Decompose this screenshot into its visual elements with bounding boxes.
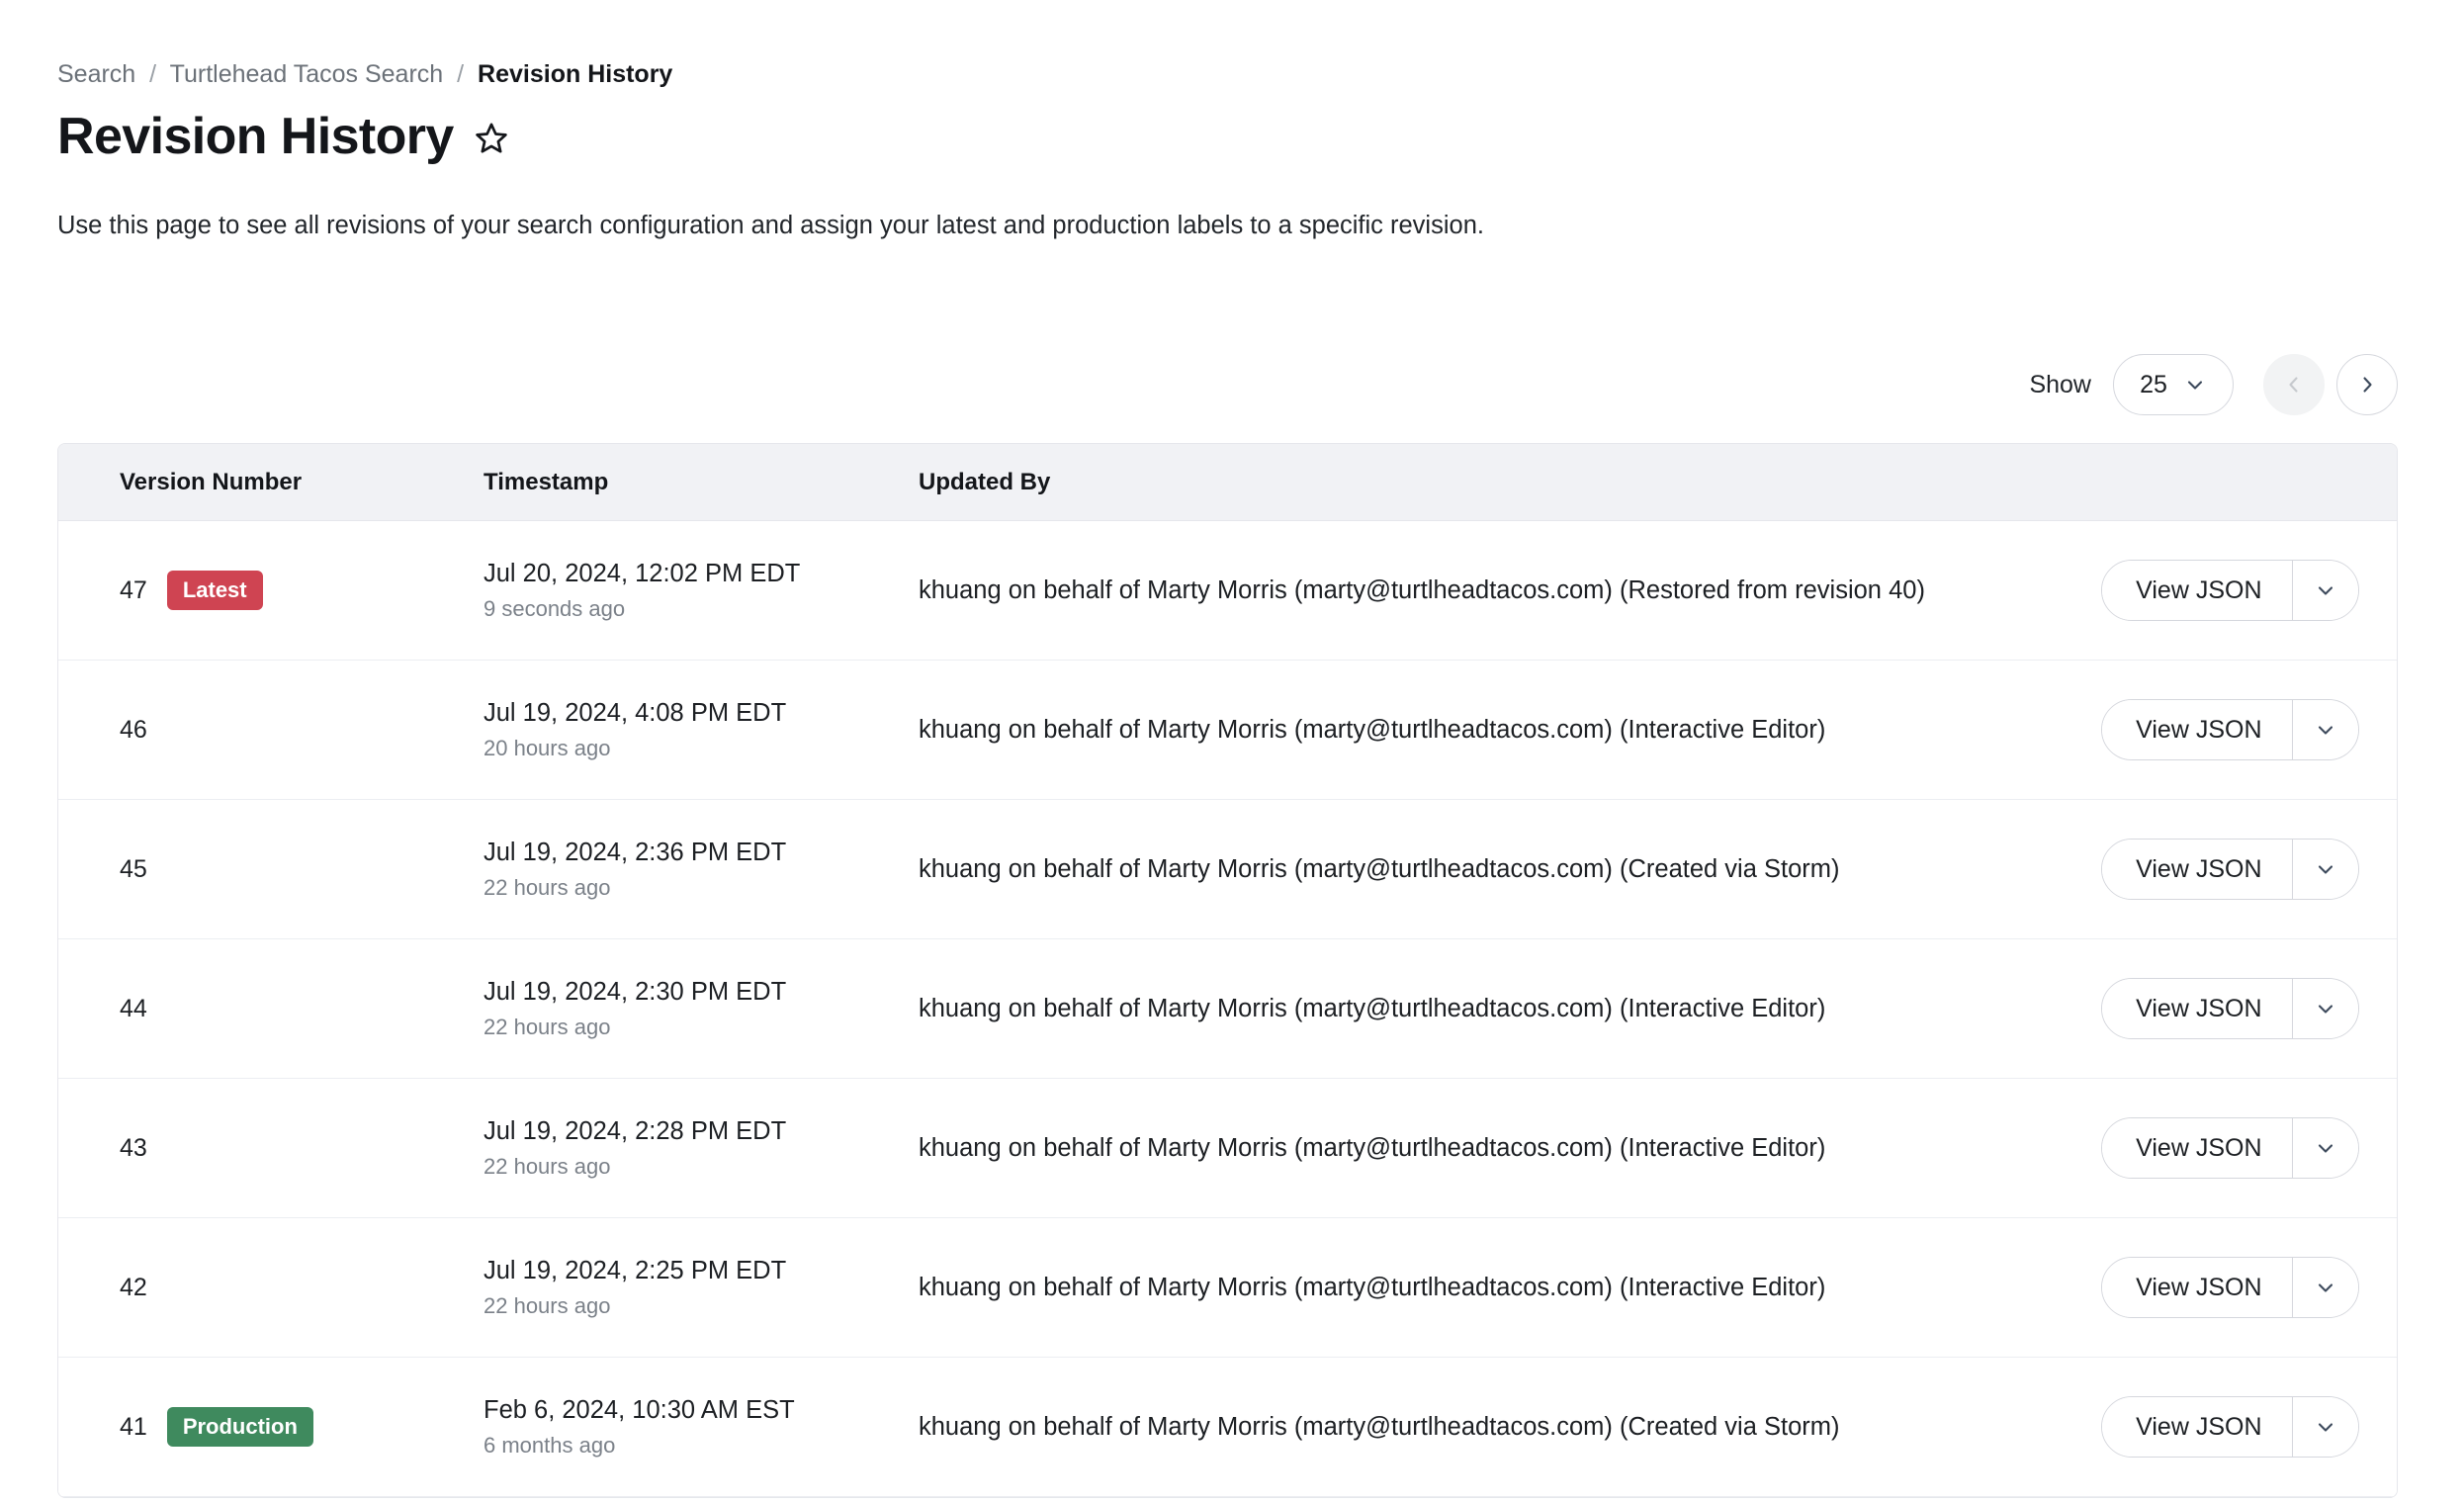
updated-by-text: khuang on behalf of Marty Morris (marty@… bbox=[919, 575, 1925, 604]
page-size-value: 25 bbox=[2140, 370, 2167, 398]
status-badge: Production bbox=[166, 1407, 313, 1447]
next-page-button[interactable] bbox=[2336, 354, 2398, 415]
chevron-left-icon bbox=[2282, 373, 2306, 397]
view-json-split-button: View JSON bbox=[2101, 839, 2359, 900]
previous-page-button[interactable] bbox=[2263, 354, 2325, 415]
view-json-button[interactable]: View JSON bbox=[2102, 979, 2292, 1038]
version-number: 47 bbox=[120, 575, 147, 604]
view-json-split-button: View JSON bbox=[2101, 560, 2359, 621]
chevron-down-icon bbox=[2314, 857, 2337, 881]
updated-by-text: khuang on behalf of Marty Morris (marty@… bbox=[919, 1273, 1826, 1301]
timestamp-absolute: Jul 19, 2024, 2:30 PM EDT bbox=[484, 978, 787, 1006]
timestamp-absolute: Jul 19, 2024, 4:08 PM EDT bbox=[484, 699, 787, 727]
timestamp-absolute: Jul 19, 2024, 2:28 PM EDT bbox=[484, 1117, 787, 1145]
breadcrumb-item-turtlehead-tacos-search[interactable]: Turtlehead Tacos Search bbox=[170, 60, 444, 88]
table-header-row: Version Number Timestamp Updated By bbox=[58, 444, 2397, 521]
table-row: 47 Latest Jul 20, 2024, 12:02 PM EDT 9 seco… bbox=[58, 521, 2397, 661]
updated-by-text: khuang on behalf of Marty Morris (marty@… bbox=[919, 854, 1840, 883]
version-number: 41 bbox=[120, 1412, 147, 1441]
page-title-row: Revision History bbox=[57, 107, 511, 166]
timestamp-relative: 6 months ago bbox=[484, 1433, 616, 1458]
view-json-dropdown-button[interactable] bbox=[2293, 1118, 2358, 1178]
table-row: 46 Jul 19, 2024, 4:08 PM EDT 20 hours ago k… bbox=[58, 661, 2397, 800]
revision-history-table: Version Number Timestamp Updated By 47 La… bbox=[57, 443, 2398, 1498]
table-body: 47 Latest Jul 20, 2024, 12:02 PM EDT 9 seco… bbox=[58, 521, 2397, 1497]
star-outline-icon[interactable] bbox=[472, 119, 511, 158]
chevron-down-icon bbox=[2314, 718, 2337, 742]
table-row: 43 Jul 19, 2024, 2:28 PM EDT 22 hours ago k… bbox=[58, 1079, 2397, 1218]
view-json-button[interactable]: View JSON bbox=[2102, 1258, 2292, 1317]
view-json-split-button: View JSON bbox=[2101, 1257, 2359, 1318]
chevron-down-icon bbox=[2314, 1415, 2337, 1439]
table-row: 42 Jul 19, 2024, 2:25 PM EDT 22 hours ago k… bbox=[58, 1218, 2397, 1358]
view-json-split-button: View JSON bbox=[2101, 699, 2359, 760]
table-row: 44 Jul 19, 2024, 2:30 PM EDT 22 hours ago k… bbox=[58, 939, 2397, 1079]
chevron-down-icon bbox=[2314, 1276, 2337, 1299]
page-title: Revision History bbox=[57, 108, 454, 165]
column-header-version-number: Version Number bbox=[120, 468, 303, 495]
view-json-split-button: View JSON bbox=[2101, 1117, 2359, 1179]
view-json-split-button: View JSON bbox=[2101, 1396, 2359, 1458]
view-json-dropdown-button[interactable] bbox=[2293, 979, 2358, 1038]
version-number: 45 bbox=[120, 854, 147, 883]
view-json-button[interactable]: View JSON bbox=[2102, 561, 2292, 620]
table-row: 45 Jul 19, 2024, 2:36 PM EDT 22 hours ago k… bbox=[58, 800, 2397, 939]
column-header-updated-by: Updated By bbox=[919, 468, 1051, 495]
breadcrumb-separator: / bbox=[149, 60, 157, 88]
view-json-dropdown-button[interactable] bbox=[2293, 700, 2358, 759]
column-header-timestamp: Timestamp bbox=[484, 468, 609, 495]
updated-by-text: khuang on behalf of Marty Morris (marty@… bbox=[919, 1133, 1826, 1162]
timestamp-absolute: Jul 20, 2024, 12:02 PM EDT bbox=[484, 560, 801, 587]
view-json-dropdown-button[interactable] bbox=[2293, 1258, 2358, 1317]
view-json-button[interactable]: View JSON bbox=[2102, 1118, 2292, 1178]
breadcrumb-item-search[interactable]: Search bbox=[57, 60, 135, 88]
chevron-down-icon bbox=[2314, 1136, 2337, 1160]
chevron-right-icon bbox=[2355, 373, 2379, 397]
breadcrumb-separator: / bbox=[457, 60, 465, 88]
breadcrumb: Search / Turtlehead Tacos Search / Revis… bbox=[57, 59, 672, 89]
updated-by-text: khuang on behalf of Marty Morris (marty@… bbox=[919, 715, 1826, 744]
timestamp-relative: 22 hours ago bbox=[484, 1293, 611, 1318]
view-json-button[interactable]: View JSON bbox=[2102, 700, 2292, 759]
table-toolbar: Show 25 bbox=[2029, 354, 2398, 415]
status-badge: Latest bbox=[166, 571, 263, 610]
show-label: Show bbox=[2029, 370, 2091, 398]
timestamp-relative: 22 hours ago bbox=[484, 875, 611, 900]
timestamp-relative: 20 hours ago bbox=[484, 736, 611, 760]
view-json-button[interactable]: View JSON bbox=[2102, 840, 2292, 899]
view-json-dropdown-button[interactable] bbox=[2293, 1397, 2358, 1457]
timestamp-relative: 22 hours ago bbox=[484, 1015, 611, 1039]
chevron-down-icon bbox=[2314, 578, 2337, 602]
revision-history-page: Search / Turtlehead Tacos Search / Revis… bbox=[0, 0, 2464, 1503]
view-json-dropdown-button[interactable] bbox=[2293, 561, 2358, 620]
page-size-select[interactable]: 25 bbox=[2113, 354, 2234, 415]
chevron-down-icon bbox=[2314, 997, 2337, 1020]
table-row: 41 Production Feb 6, 2024, 10:30 AM EST 6 m… bbox=[58, 1358, 2397, 1497]
page-description: Use this page to see all revisions of yo… bbox=[57, 212, 1484, 239]
timestamp-absolute: Jul 19, 2024, 2:25 PM EDT bbox=[484, 1257, 787, 1284]
pagination-controls bbox=[2263, 354, 2398, 415]
breadcrumb-item-revision-history: Revision History bbox=[478, 60, 673, 88]
version-number: 46 bbox=[120, 715, 147, 744]
view-json-dropdown-button[interactable] bbox=[2293, 840, 2358, 899]
timestamp-relative: 9 seconds ago bbox=[484, 596, 626, 621]
view-json-button[interactable]: View JSON bbox=[2102, 1397, 2292, 1457]
version-number: 43 bbox=[120, 1133, 147, 1162]
view-json-split-button: View JSON bbox=[2101, 978, 2359, 1039]
timestamp-absolute: Jul 19, 2024, 2:36 PM EDT bbox=[484, 839, 787, 866]
updated-by-text: khuang on behalf of Marty Morris (marty@… bbox=[919, 994, 1826, 1022]
chevron-down-icon bbox=[2183, 373, 2207, 397]
updated-by-text: khuang on behalf of Marty Morris (marty@… bbox=[919, 1412, 1840, 1441]
timestamp-absolute: Feb 6, 2024, 10:30 AM EST bbox=[484, 1396, 795, 1424]
version-number: 44 bbox=[120, 994, 147, 1022]
timestamp-relative: 22 hours ago bbox=[484, 1154, 611, 1179]
version-number: 42 bbox=[120, 1273, 147, 1301]
